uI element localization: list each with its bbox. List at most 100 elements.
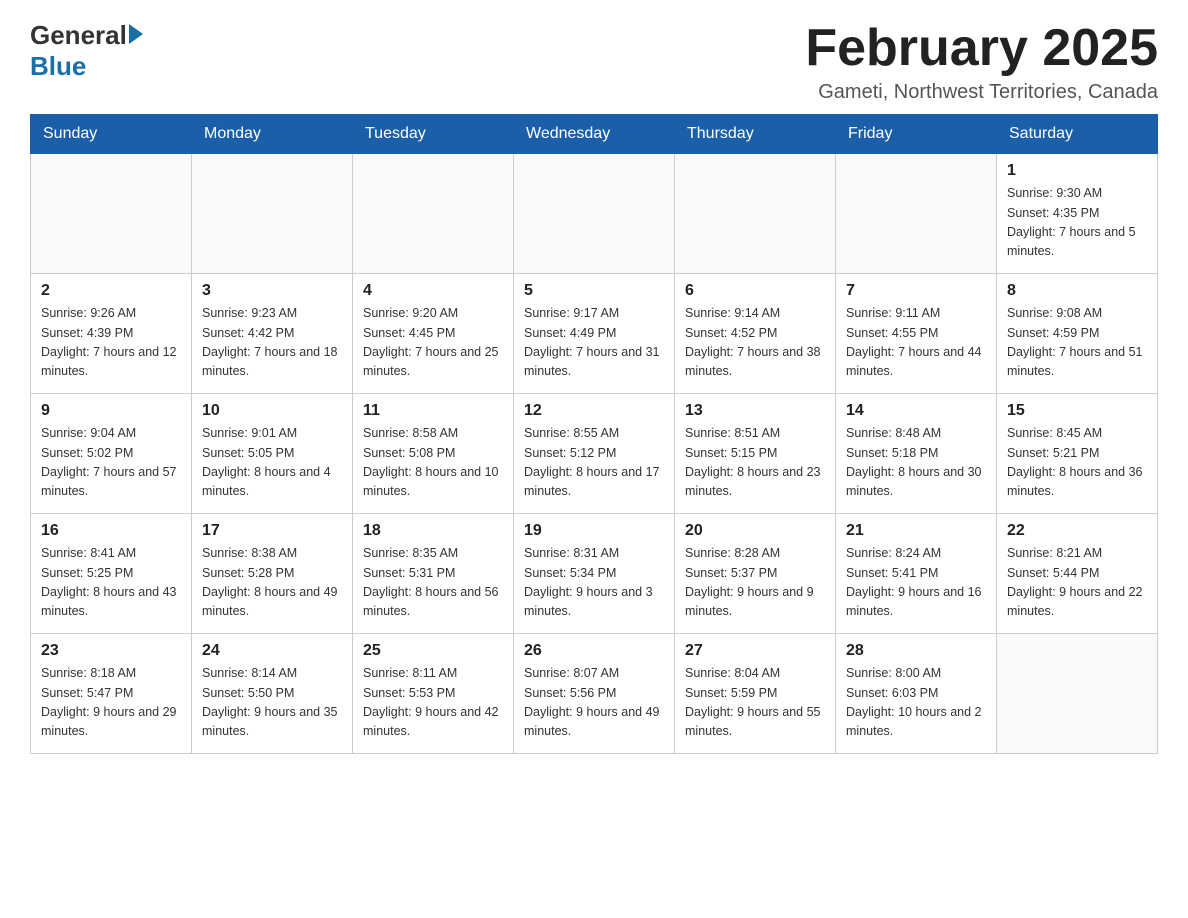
week-row-2: 2 Sunrise: 9:26 AMSunset: 4:39 PMDaylight… [31, 274, 1158, 394]
day-info: Sunrise: 8:31 AMSunset: 5:34 PMDaylight:… [524, 544, 664, 622]
col-saturday: Saturday [997, 115, 1158, 154]
title-section: February 2025 Gameti, Northwest Territor… [805, 20, 1158, 104]
day-info: Sunrise: 8:21 AMSunset: 5:44 PMDaylight:… [1007, 544, 1147, 622]
location-subtitle: Gameti, Northwest Territories, Canada [805, 81, 1158, 104]
calendar-cell: 27 Sunrise: 8:04 AMSunset: 5:59 PMDayligh… [675, 634, 836, 754]
calendar-cell [997, 634, 1158, 754]
day-info: Sunrise: 9:20 AMSunset: 4:45 PMDaylight:… [363, 304, 503, 382]
calendar-cell: 17 Sunrise: 8:38 AMSunset: 5:28 PMDayligh… [192, 514, 353, 634]
day-info: Sunrise: 9:01 AMSunset: 5:05 PMDaylight:… [202, 424, 342, 502]
col-tuesday: Tuesday [353, 115, 514, 154]
calendar-cell: 26Sunrise: 8:07 AMSunset: 5:56 PMDayligh… [514, 634, 675, 754]
day-number: 4 [363, 282, 503, 300]
day-number: 7 [846, 282, 986, 300]
calendar-cell: 19 Sunrise: 8:31 AMSunset: 5:34 PMDayligh… [514, 514, 675, 634]
day-number: 16 [41, 522, 181, 540]
day-info: Sunrise: 9:26 AMSunset: 4:39 PMDaylight:… [41, 304, 181, 382]
page-header: General Blue February 2025 Gameti, North… [30, 20, 1158, 104]
logo-arrow-icon [129, 24, 143, 44]
logo-blue-text: Blue [30, 51, 86, 82]
day-info: Sunrise: 8:00 AMSunset: 6:03 PMDaylight:… [846, 664, 986, 742]
col-thursday: Thursday [675, 115, 836, 154]
calendar-cell: 25 Sunrise: 8:11 AMSunset: 5:53 PMDayligh… [353, 634, 514, 754]
day-info: Sunrise: 8:14 AMSunset: 5:50 PMDaylight:… [202, 664, 342, 742]
day-info: Sunrise: 8:18 AMSunset: 5:47 PMDaylight:… [41, 664, 181, 742]
day-number: 13 [685, 402, 825, 420]
day-info: Sunrise: 8:41 AMSunset: 5:25 PMDaylight:… [41, 544, 181, 622]
col-monday: Monday [192, 115, 353, 154]
day-info: Sunrise: 9:11 AMSunset: 4:55 PMDaylight:… [846, 304, 986, 382]
calendar-cell: 22 Sunrise: 8:21 AMSunset: 5:44 PMDayligh… [997, 514, 1158, 634]
week-row-1: 1Sunrise: 9:30 AMSunset: 4:35 PMDaylight… [31, 154, 1158, 274]
calendar-cell: 16 Sunrise: 8:41 AMSunset: 5:25 PMDayligh… [31, 514, 192, 634]
calendar-cell: 1Sunrise: 9:30 AMSunset: 4:35 PMDaylight… [997, 154, 1158, 274]
calendar-cell: 20 Sunrise: 8:28 AMSunset: 5:37 PMDayligh… [675, 514, 836, 634]
week-row-5: 23 Sunrise: 8:18 AMSunset: 5:47 PMDayligh… [31, 634, 1158, 754]
day-info: Sunrise: 8:07 AMSunset: 5:56 PMDaylight:… [524, 664, 664, 742]
day-info: Sunrise: 8:58 AMSunset: 5:08 PMDaylight:… [363, 424, 503, 502]
calendar-cell: 8Sunrise: 9:08 AMSunset: 4:59 PMDaylight… [997, 274, 1158, 394]
calendar-cell: 14 Sunrise: 8:48 AMSunset: 5:18 PMDayligh… [836, 394, 997, 514]
day-number: 14 [846, 402, 986, 420]
day-info: Sunrise: 9:04 AMSunset: 5:02 PMDaylight:… [41, 424, 181, 502]
col-sunday: Sunday [31, 115, 192, 154]
day-number: 28 [846, 642, 986, 660]
logo-blue-container [127, 28, 143, 44]
day-number: 18 [363, 522, 503, 540]
calendar-cell: 15 Sunrise: 8:45 AMSunset: 5:21 PMDayligh… [997, 394, 1158, 514]
col-friday: Friday [836, 115, 997, 154]
day-number: 10 [202, 402, 342, 420]
day-number: 27 [685, 642, 825, 660]
day-number: 9 [41, 402, 181, 420]
day-info: Sunrise: 8:28 AMSunset: 5:37 PMDaylight:… [685, 544, 825, 622]
day-number: 23 [41, 642, 181, 660]
calendar-cell [353, 154, 514, 274]
calendar-cell: 6 Sunrise: 9:14 AMSunset: 4:52 PMDaylight… [675, 274, 836, 394]
calendar-cell: 10 Sunrise: 9:01 AMSunset: 5:05 PMDayligh… [192, 394, 353, 514]
day-number: 20 [685, 522, 825, 540]
calendar-table: Sunday Monday Tuesday Wednesday Thursday… [30, 114, 1158, 754]
day-info: Sunrise: 8:51 AMSunset: 5:15 PMDaylight:… [685, 424, 825, 502]
day-number: 5 [524, 282, 664, 300]
day-number: 8 [1007, 282, 1147, 300]
day-number: 12 [524, 402, 664, 420]
calendar-cell: 7 Sunrise: 9:11 AMSunset: 4:55 PMDaylight… [836, 274, 997, 394]
day-info: Sunrise: 8:24 AMSunset: 5:41 PMDaylight:… [846, 544, 986, 622]
week-row-4: 16 Sunrise: 8:41 AMSunset: 5:25 PMDayligh… [31, 514, 1158, 634]
day-info: Sunrise: 8:55 AMSunset: 5:12 PMDaylight:… [524, 424, 664, 502]
calendar-cell: 18Sunrise: 8:35 AMSunset: 5:31 PMDayligh… [353, 514, 514, 634]
day-info: Sunrise: 9:14 AMSunset: 4:52 PMDaylight:… [685, 304, 825, 382]
day-number: 2 [41, 282, 181, 300]
logo-general-text: General [30, 20, 127, 51]
day-info: Sunrise: 8:04 AMSunset: 5:59 PMDaylight:… [685, 664, 825, 742]
calendar-header: Sunday Monday Tuesday Wednesday Thursday… [31, 115, 1158, 154]
logo: General Blue [30, 20, 143, 82]
col-wednesday: Wednesday [514, 115, 675, 154]
calendar-cell [836, 154, 997, 274]
day-info: Sunrise: 9:17 AMSunset: 4:49 PMDaylight:… [524, 304, 664, 382]
calendar-cell: 3Sunrise: 9:23 AMSunset: 4:42 PMDaylight… [192, 274, 353, 394]
day-number: 11 [363, 402, 503, 420]
day-info: Sunrise: 8:38 AMSunset: 5:28 PMDaylight:… [202, 544, 342, 622]
day-number: 19 [524, 522, 664, 540]
day-info: Sunrise: 9:23 AMSunset: 4:42 PMDaylight:… [202, 304, 342, 382]
calendar-cell: 2 Sunrise: 9:26 AMSunset: 4:39 PMDaylight… [31, 274, 192, 394]
day-info: Sunrise: 8:45 AMSunset: 5:21 PMDaylight:… [1007, 424, 1147, 502]
day-info: Sunrise: 8:11 AMSunset: 5:53 PMDaylight:… [363, 664, 503, 742]
day-number: 1 [1007, 162, 1147, 180]
days-of-week-row: Sunday Monday Tuesday Wednesday Thursday… [31, 115, 1158, 154]
calendar-cell: 21 Sunrise: 8:24 AMSunset: 5:41 PMDayligh… [836, 514, 997, 634]
day-number: 17 [202, 522, 342, 540]
calendar-cell: 28 Sunrise: 8:00 AMSunset: 6:03 PMDayligh… [836, 634, 997, 754]
day-number: 6 [685, 282, 825, 300]
day-number: 15 [1007, 402, 1147, 420]
calendar-cell [675, 154, 836, 274]
calendar-cell: 12 Sunrise: 8:55 AMSunset: 5:12 PMDayligh… [514, 394, 675, 514]
day-info: Sunrise: 8:48 AMSunset: 5:18 PMDaylight:… [846, 424, 986, 502]
day-number: 24 [202, 642, 342, 660]
calendar-cell: 24 Sunrise: 8:14 AMSunset: 5:50 PMDayligh… [192, 634, 353, 754]
day-number: 21 [846, 522, 986, 540]
day-number: 25 [363, 642, 503, 660]
day-number: 22 [1007, 522, 1147, 540]
calendar-cell [31, 154, 192, 274]
